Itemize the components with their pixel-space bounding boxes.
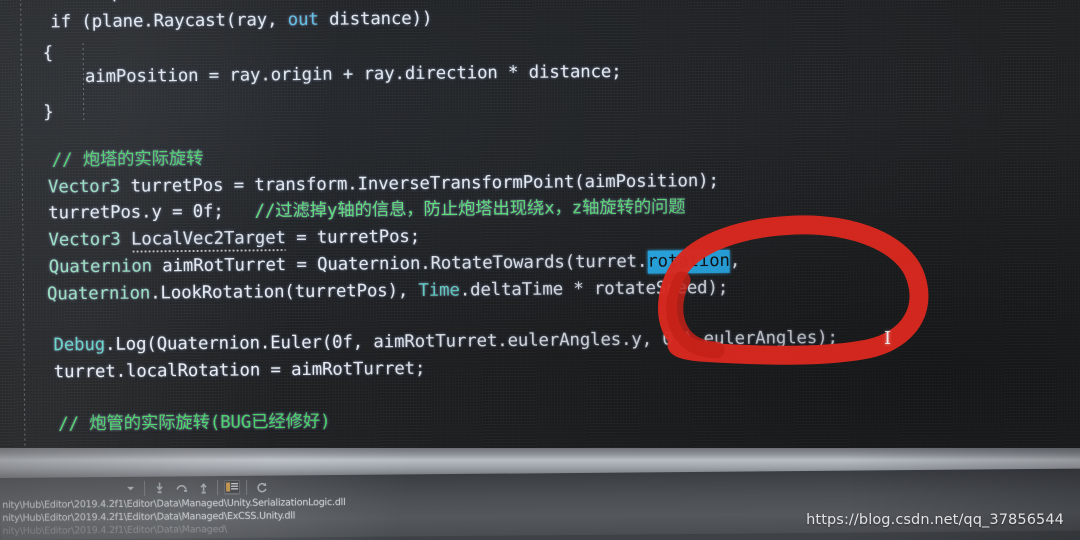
selected-token-rotation[interactable]: rotation [647,249,730,274]
code-line-3-text: { [42,43,54,64]
blog-watermark: https://blog.csdn.net/qq_37856544 [806,512,1064,528]
code-line-17-comment[interactable]: // 炮管的实际旋转(BUG已经修好) [58,408,330,440]
type-vector3: Vector3 [47,176,121,198]
refresh-icon[interactable] [253,479,269,494]
code-line-1-a: Plane plane = [50,0,195,3]
dropdown-arrow-icon[interactable] [122,480,138,495]
step-into-icon[interactable] [151,480,167,495]
code-line-2[interactable]: if (plane.Raycast(ray, out distance)) [50,5,432,38]
code-line-15-text: turret.localRotation = aimRotTurret; [53,358,426,383]
class-debug: Debug [53,334,106,356]
identifier-localvec2target-with-error[interactable]: LocalVec2Target [131,228,286,249]
code-line-4[interactable]: aimPosition = ray.origin + ray.direction… [85,58,622,93]
code-line-10-rest: = turretPos; [285,226,421,249]
code-line-12[interactable]: Quaternion.LookRotation(turretPos), Time… [47,274,728,310]
type-quaternion: Quaternion [48,256,153,278]
code-line-9-code: turretPos.y = 0f; [48,201,224,224]
code-line-14[interactable]: Debug.Log(Quaternion.Euler(0f, aimRotTur… [53,324,838,361]
photographed-screen: float distance; Plane plane = new Plane(… [0,0,1080,540]
comment-filter-y-axis: //过滤掉y轴的信息，防止炮塔出现绕x，z轴旋转的问题 [254,197,686,222]
code-line-15[interactable]: turret.localRotation = aimRotTurret; [54,355,426,388]
code-line-1-b: Plane(Vector3.up, raycastTarget.position… [225,0,669,2]
comment-barrel-rotation: // 炮管的实际旋转(BUG已经修好) [58,411,331,435]
code-line-2-a: if (plane.Raycast(ray, [50,10,288,33]
step-over-icon[interactable] [173,480,189,495]
type-vector3-2: Vector3 [48,229,121,251]
keyword-new: new [194,0,225,2]
toolbar-separator [144,480,146,496]
mouse-ibeam-cursor: I [884,328,892,349]
step-out-icon[interactable] [195,480,211,495]
keyword-out: out [287,9,319,31]
output-line-2: nity\Hub\Editor\2019.4.2f1\Editor\Data\M… [2,510,296,524]
toolbar-separator-3 [246,479,248,495]
output-toolbar[interactable] [122,476,269,499]
code-line-12-a: .LookRotation(turretPos), [150,280,419,304]
code-line-14-rest: .Log(Quaternion.Euler(0f, aimRotTurret.e… [104,327,838,355]
code-line-11-b: , [729,250,741,271]
output-line-1: nity\Hub\Editor\2019.4.2f1\Editor\Data\M… [2,496,346,511]
code-line-11-a: aimRotTurret = Quaternion.RotateTowards(… [151,251,648,277]
code-line-3[interactable]: { [43,39,54,69]
type-quaternion-2: Quaternion [46,283,151,305]
output-window-icon[interactable] [224,479,241,495]
code-line-5[interactable]: } [43,98,54,128]
comment-turret-rotation: // 炮塔的实际旋转 [51,148,204,171]
code-line-4-text: aimPosition = ray.origin + ray.direction… [84,61,622,88]
code-line-12-b: .deltaTime * rotateSpeed); [459,277,729,301]
code-editor-surface[interactable]: float distance; Plane plane = new Plane(… [0,0,1080,484]
code-line-5-text: } [43,102,54,123]
output-pane-reflection: nity\Hub\Editor\2019.4.2f1\Editor\Data\M… [0,468,1080,540]
code-line-2-b: distance)) [318,8,433,30]
code-content[interactable]: float distance; Plane plane = new Plane(… [0,0,838,484]
output-line-3-clipped: nity\Hub\Editor\2019.4.2f1\Editor\Data\M… [2,524,228,537]
class-time: Time [418,280,460,301]
toolbar-separator-2 [217,479,219,495]
